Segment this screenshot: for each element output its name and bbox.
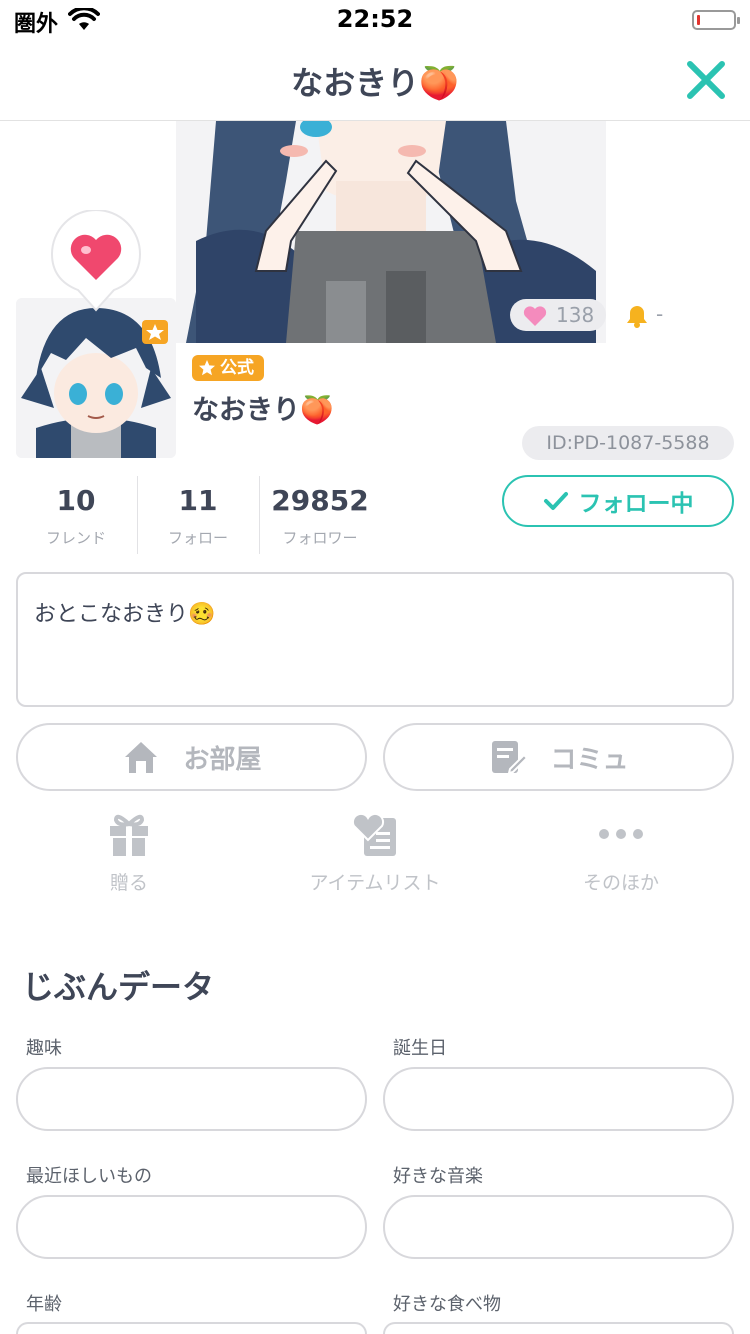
close-icon [687, 61, 725, 99]
user-id[interactable]: ID:PD-1087-5588 [522, 426, 734, 460]
check-icon [543, 492, 568, 510]
hobby-field[interactable] [16, 1067, 367, 1131]
room-button[interactable]: お部屋 [16, 723, 367, 791]
notification-count: - [656, 302, 664, 326]
stat-friends[interactable]: 10 フレンド [16, 484, 136, 548]
stat-value: 11 [178, 484, 218, 517]
stat-following[interactable]: 11 フォロー [138, 484, 258, 548]
field-label-birthday: 誕生日 [393, 1038, 447, 1059]
bio-box: おとこなおきり🥴 [16, 572, 734, 707]
more-button[interactable]: そのほか [501, 808, 741, 895]
food-field[interactable] [383, 1322, 734, 1334]
stat-followers[interactable]: 29852 フォロワー [260, 484, 380, 548]
field-label-age: 年齢 [26, 1294, 62, 1315]
stat-label: フォロー [167, 529, 228, 547]
close-button[interactable] [684, 58, 728, 102]
field-label-food: 好きな食べ物 [393, 1294, 501, 1315]
more-icon [599, 829, 643, 839]
item-list-icon [351, 812, 396, 856]
more-label: そのほか [582, 872, 659, 894]
stat-label: フレンド [45, 529, 106, 547]
community-button-label: コミュ [550, 744, 629, 775]
room-button-label: お部屋 [183, 744, 262, 775]
official-badge-label: 公式 [220, 358, 254, 378]
community-button[interactable]: コミュ [383, 723, 734, 791]
stat-value: 29852 [271, 484, 369, 517]
music-field[interactable] [383, 1195, 734, 1259]
star-icon [199, 360, 215, 376]
board-edit-icon [492, 741, 529, 775]
item-list-label: アイテムリスト [309, 872, 441, 894]
follow-button-label: フォロー中 [578, 491, 694, 517]
follow-button[interactable]: フォロー中 [502, 475, 734, 527]
gift-label: 贈る [109, 872, 148, 894]
likes-count: 138 [556, 303, 595, 327]
page-title: なおきり🍑 [291, 64, 459, 102]
battery-icon [692, 10, 740, 30]
gift-icon [110, 814, 148, 858]
item-list-button[interactable]: アイテムリスト [255, 808, 495, 895]
birthday-field[interactable] [383, 1067, 734, 1131]
official-badge: 公式 [192, 355, 264, 381]
nav-bar: なおきり🍑 [0, 40, 750, 121]
heart-icon [523, 306, 547, 326]
gift-button[interactable]: 贈る [9, 808, 249, 895]
heart-bubble-icon [44, 209, 148, 314]
house-icon [125, 742, 158, 773]
age-field[interactable] [16, 1322, 367, 1334]
clock: 22:52 [336, 5, 414, 33]
section-title: じぶんデータ [22, 968, 215, 1006]
stat-label: フォロワー [282, 529, 358, 547]
field-label-wants: 最近ほしいもの [26, 1166, 152, 1187]
field-label-music: 好きな音楽 [393, 1166, 483, 1187]
wants-field[interactable] [16, 1195, 367, 1259]
status-bar: 圏外 22:52 [0, 0, 750, 40]
stat-value: 10 [56, 484, 96, 517]
profile-name: なおきり🍑 [192, 395, 334, 426]
field-label-hobby: 趣味 [26, 1038, 62, 1059]
bell-icon[interactable] [626, 304, 648, 332]
avatar-badge-icon [142, 320, 168, 344]
likes-pill[interactable]: 138 [510, 299, 606, 331]
